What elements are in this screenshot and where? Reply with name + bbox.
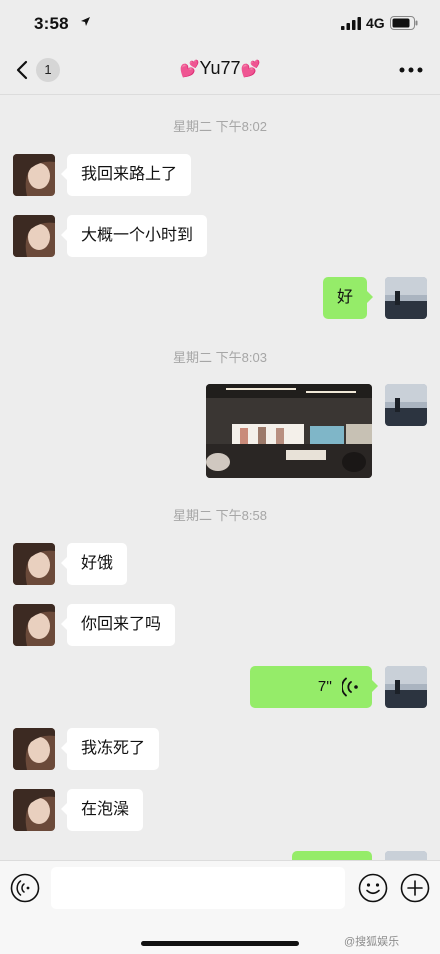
my-avatar[interactable] [385,666,427,708]
location-arrow-icon [81,17,90,26]
input-bar: @搜狐娱乐 [0,860,440,954]
contact-avatar[interactable] [13,789,55,831]
contact-avatar[interactable] [13,728,55,770]
outgoing-message[interactable]: 好 [323,277,374,319]
my-avatar[interactable] [385,277,427,319]
battery-icon [390,16,418,30]
contact-avatar[interactable] [13,215,55,257]
my-avatar[interactable] [385,384,427,426]
photo-message[interactable] [206,384,372,478]
status-bar: 3:58 4G [0,0,440,48]
message-input[interactable] [51,867,345,909]
signal-icon [341,17,361,30]
chat-header: 1 💕Yu77💕 [0,48,440,95]
heart-icon: 💕 [240,61,261,78]
contact-name: Yu77 [199,58,241,78]
contact-avatar[interactable] [13,154,55,196]
plus-icon[interactable] [400,873,430,903]
unread-count-badge: 1 [36,58,60,82]
contact-avatar[interactable] [13,543,55,585]
incoming-message[interactable]: 我回来路上了 [60,154,192,196]
network-label: 4G [366,15,385,31]
time-separator: 星期二 下午8:58 [173,508,267,523]
more-icon[interactable] [396,62,426,78]
voice-mode-icon[interactable] [10,873,40,903]
time-separator: 星期二 下午8:02 [173,119,267,134]
voice-wave-icon [342,677,358,697]
incoming-message[interactable]: 大概一个小时到 [60,215,208,257]
incoming-message[interactable]: 你回来了吗 [60,604,176,646]
contact-avatar[interactable] [13,604,55,646]
voice-duration: 7'' [317,678,332,695]
watermark: @搜狐娱乐 [344,936,400,948]
back-button[interactable]: 1 [12,56,72,86]
incoming-message[interactable]: 我冻死了 [60,728,160,770]
time-separator: 星期二 下午8:03 [173,350,267,365]
back-chevron-icon [16,60,28,80]
home-indicator[interactable] [141,941,299,946]
chat-title: 💕Yu77💕 [130,58,310,79]
heart-icon: 💕 [179,61,200,78]
voice-message[interactable]: 7'' [250,666,378,708]
incoming-message[interactable]: 好饿 [60,543,128,585]
status-time: 3:58 [34,14,69,33]
emoji-icon[interactable] [358,873,388,903]
incoming-message[interactable]: 在泡澡 [60,789,144,831]
